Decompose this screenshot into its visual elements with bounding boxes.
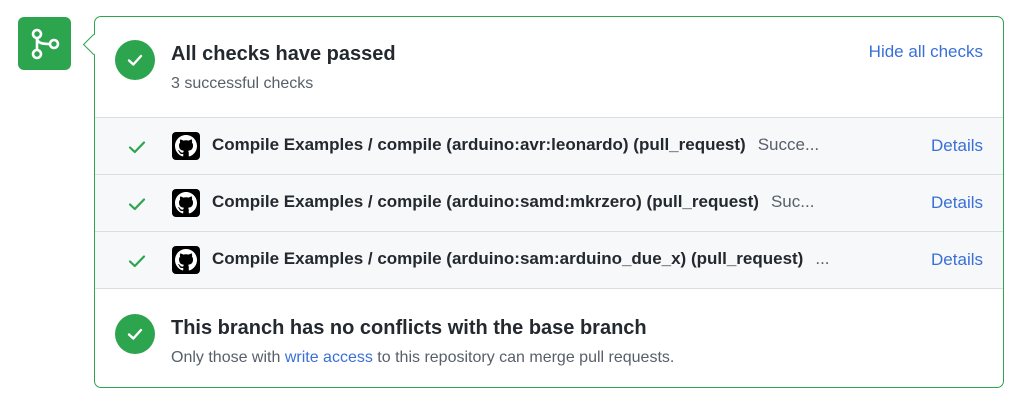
check-row: Compile Examples / compile (arduino:samd…	[95, 174, 1003, 231]
git-merge-icon	[18, 17, 71, 70]
check-icon	[128, 198, 146, 211]
check-icon	[128, 141, 146, 154]
checks-summary-subtitle: 3 successful checks	[171, 75, 314, 92]
check-name: Compile Examples / compile (arduino:samd…	[212, 192, 759, 211]
check-name: Compile Examples / compile (arduino:sam:…	[212, 249, 804, 268]
check-status: Succe...	[757, 135, 820, 154]
check-row: Compile Examples / compile (arduino:avr:…	[95, 117, 1003, 174]
checks-summary-title: All checks have passed	[171, 43, 396, 65]
merge-status: This branch has no conflicts with the ba…	[95, 292, 1003, 387]
merge-message-prefix: Only those with	[171, 349, 285, 366]
github-logo-icon	[172, 246, 200, 274]
hide-all-checks-link[interactable]: Hide all checks	[869, 42, 983, 62]
checks-summary: All checks have passed 3 successful chec…	[95, 17, 1003, 117]
checks-panel: All checks have passed 3 successful chec…	[82, 16, 1004, 388]
github-logo-icon	[172, 132, 200, 160]
merge-message-suffix: to this repository can merge pull reques…	[372, 349, 675, 366]
check-text: Compile Examples / compile (arduino:sam:…	[212, 249, 830, 269]
check-status: Suc...	[770, 192, 815, 211]
check-text: Compile Examples / compile (arduino:avr:…	[212, 135, 819, 155]
write-access-link[interactable]: write access	[285, 349, 373, 366]
github-logo-icon	[172, 189, 200, 217]
details-link[interactable]: Details	[931, 250, 983, 270]
check-icon	[128, 255, 146, 268]
check-name: Compile Examples / compile (arduino:avr:…	[212, 135, 746, 154]
check-circle-icon	[115, 40, 155, 80]
git-merge-icon-glyph	[31, 28, 59, 59]
checks-list: Compile Examples / compile (arduino:avr:…	[95, 117, 1003, 289]
details-link[interactable]: Details	[931, 136, 983, 156]
check-circle-icon	[115, 314, 155, 354]
details-link[interactable]: Details	[931, 193, 983, 213]
check-text: Compile Examples / compile (arduino:samd…	[212, 192, 814, 212]
merge-status-message: Only those with write access to this rep…	[171, 349, 674, 367]
merge-status-title: This branch has no conflicts with the ba…	[171, 317, 647, 339]
check-status: ...	[815, 249, 830, 268]
check-row: Compile Examples / compile (arduino:sam:…	[95, 231, 1003, 289]
